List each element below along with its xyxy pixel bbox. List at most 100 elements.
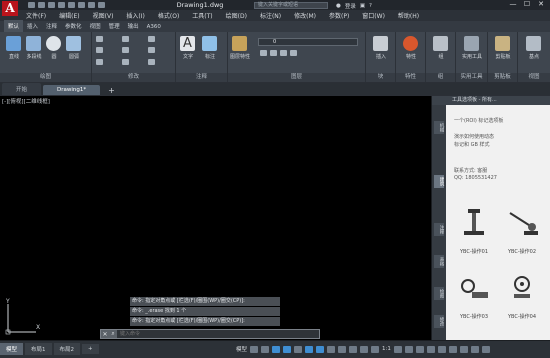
- palette-tab-table[interactable]: 表格: [434, 255, 444, 268]
- tab-insert[interactable]: 插入: [23, 20, 42, 32]
- line-icon[interactable]: [6, 36, 21, 51]
- menu-edit[interactable]: 编辑(E): [59, 11, 79, 20]
- layout-tab-model[interactable]: 模型: [0, 343, 24, 355]
- ortho-icon[interactable]: [272, 345, 281, 353]
- quick-properties-icon[interactable]: [426, 345, 435, 353]
- group-group-label[interactable]: 组: [426, 73, 455, 82]
- share-icon[interactable]: [98, 2, 105, 8]
- customize-icon[interactable]: [481, 345, 490, 353]
- layer-freeze-icon[interactable]: [260, 50, 267, 56]
- clean-screen-icon[interactable]: [470, 345, 479, 353]
- tab-manage[interactable]: 管理: [105, 20, 124, 32]
- new-icon[interactable]: [28, 2, 35, 8]
- measure-icon[interactable]: [464, 36, 479, 51]
- grid-icon[interactable]: [250, 345, 259, 353]
- palette-tab-draw[interactable]: 绘图: [434, 287, 444, 300]
- maximize-button[interactable]: ☐: [520, 0, 534, 9]
- move-icon[interactable]: [96, 36, 103, 42]
- selection-cycling-icon[interactable]: [349, 345, 358, 353]
- save-as-icon[interactable]: [58, 2, 65, 8]
- close-button[interactable]: ✕: [534, 0, 548, 9]
- menu-dimension[interactable]: 标注(N): [260, 11, 281, 20]
- tab-view[interactable]: 视图: [86, 20, 105, 32]
- drawing-canvas[interactable]: [-][俯视][二维线框] Y X 命令: 指定对角点或 [栏选(F)/圈围(W…: [0, 96, 431, 340]
- command-input[interactable]: [117, 330, 319, 338]
- open-icon[interactable]: [38, 2, 45, 8]
- help-icon[interactable]: ?: [369, 3, 372, 9]
- annotation-visibility-icon[interactable]: [360, 345, 369, 353]
- tab-home[interactable]: 默认: [4, 20, 24, 32]
- layer-lock-icon[interactable]: [270, 50, 277, 56]
- base-view-icon[interactable]: [526, 36, 541, 51]
- text-icon[interactable]: A: [180, 36, 195, 51]
- object-snap-tracking-icon[interactable]: [305, 345, 314, 353]
- transparency-icon[interactable]: [338, 345, 347, 353]
- redo-icon[interactable]: [88, 2, 95, 8]
- workspace-gear-icon[interactable]: [393, 345, 402, 353]
- palette-title[interactable]: 工具选项板 - 所有...: [432, 96, 550, 105]
- annotation-monitor-icon[interactable]: [404, 345, 413, 353]
- auto-scale-icon[interactable]: [371, 345, 380, 353]
- file-tab-drawing1[interactable]: Drawing1*: [43, 85, 101, 95]
- hardware-accel-icon[interactable]: [459, 345, 468, 353]
- group-modify-label[interactable]: 修改: [92, 73, 175, 82]
- lock-ui-icon[interactable]: [437, 345, 446, 353]
- group-properties-label[interactable]: 特性: [396, 73, 425, 82]
- palette-tool-item[interactable]: YBC-操作02: [502, 205, 542, 255]
- viewport-controls[interactable]: [-][俯视][二维线框]: [2, 97, 50, 105]
- layer-isolate-icon[interactable]: [290, 50, 297, 56]
- menu-help[interactable]: 帮助(H): [398, 11, 419, 20]
- palette-tab-modify[interactable]: 修改: [434, 315, 444, 328]
- properties-icon[interactable]: [403, 36, 418, 51]
- search-input[interactable]: 键入关键字或短语: [254, 2, 328, 9]
- minimize-button[interactable]: —: [506, 0, 520, 9]
- group-layers-label[interactable]: 图层: [228, 73, 365, 82]
- annotation-scale[interactable]: 1:1: [382, 346, 391, 352]
- group-draw-label[interactable]: 绘图: [0, 73, 91, 82]
- palette-tool-item[interactable]: YBC-操作04: [502, 270, 542, 320]
- menu-insert[interactable]: 插入(I): [126, 11, 144, 20]
- group-block-label[interactable]: 块: [366, 73, 395, 82]
- group-icon[interactable]: [433, 36, 448, 51]
- save-icon[interactable]: [48, 2, 55, 8]
- tab-a360[interactable]: A360: [143, 22, 165, 32]
- model-space-label[interactable]: 模型: [236, 345, 247, 353]
- sign-in-link[interactable]: 登录: [345, 2, 356, 10]
- group-annotation-label[interactable]: 注释: [176, 73, 227, 82]
- undo-icon[interactable]: [78, 2, 85, 8]
- lineweight-icon[interactable]: [327, 345, 336, 353]
- array-icon[interactable]: [148, 59, 155, 65]
- menu-tools[interactable]: 工具(T): [192, 11, 212, 20]
- circle-icon[interactable]: [46, 36, 61, 51]
- group-utilities-label[interactable]: 实用工具: [456, 73, 487, 82]
- group-clipboard-label[interactable]: 剪贴板: [488, 73, 517, 82]
- layout-tab-layout2[interactable]: 布局2: [53, 343, 81, 355]
- palette-tab-annotation[interactable]: 注释: [434, 223, 444, 236]
- copy-icon[interactable]: [96, 47, 103, 53]
- tab-annotate[interactable]: 注释: [42, 20, 61, 32]
- file-tab-start[interactable]: 开始: [2, 83, 42, 95]
- group-view-label[interactable]: 视图: [518, 73, 550, 82]
- menu-modify[interactable]: 修改(M): [294, 11, 316, 20]
- menu-file[interactable]: 文件(F): [26, 11, 46, 20]
- paste-icon[interactable]: [495, 36, 510, 51]
- isodraft-icon[interactable]: [294, 345, 303, 353]
- layer-dropdown[interactable]: 0: [258, 38, 358, 46]
- stretch-icon[interactable]: [96, 59, 103, 65]
- snap-icon[interactable]: [261, 345, 270, 353]
- palette-tab-architectural[interactable]: 建筑: [434, 175, 444, 188]
- palette-tool-item[interactable]: YBC-操作03: [454, 270, 494, 320]
- menu-parametric[interactable]: 参数(P): [329, 11, 349, 20]
- user-icon[interactable]: ●: [336, 3, 341, 9]
- mirror-icon[interactable]: [122, 47, 129, 53]
- polar-icon[interactable]: [283, 345, 292, 353]
- scale-icon[interactable]: [122, 59, 129, 65]
- add-layout-button[interactable]: +: [82, 344, 99, 354]
- rotate-icon[interactable]: [122, 36, 129, 42]
- menu-view[interactable]: 视图(V): [93, 11, 114, 20]
- layer-match-icon[interactable]: [280, 50, 287, 56]
- object-snap-icon[interactable]: [316, 345, 325, 353]
- cart-icon[interactable]: ▣: [360, 3, 365, 9]
- customize-command-icon[interactable]: ⌕: [109, 330, 117, 338]
- layer-properties-icon[interactable]: [232, 36, 247, 51]
